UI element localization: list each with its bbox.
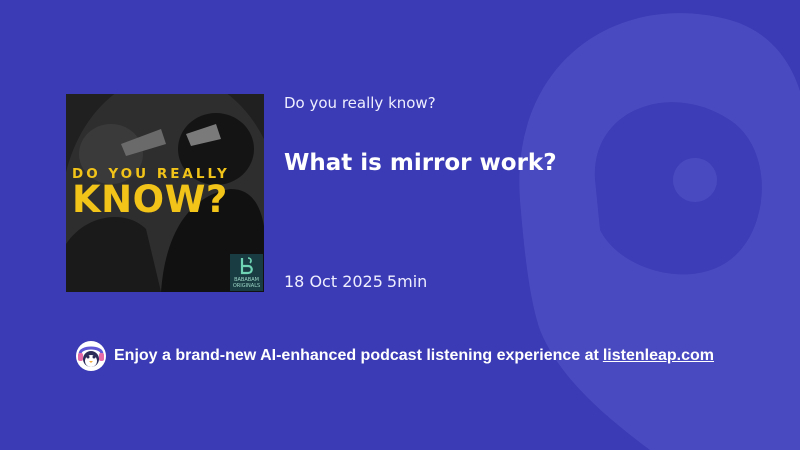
episode-title[interactable]: What is mirror work? <box>284 150 557 176</box>
podcast-cover-art[interactable]: DO YOU REALLY KNOW? BABABAM ORIGINALS <box>66 94 264 292</box>
badge-text-2: ORIGINALS <box>232 283 261 289</box>
episode-duration: 5min <box>386 272 428 291</box>
listenleap-mascot-icon <box>76 341 106 371</box>
listenleap-link[interactable]: listenleap.com <box>603 347 714 365</box>
promo-text: Enjoy a brand-new AI-enhanced podcast li… <box>114 347 599 364</box>
show-name[interactable]: Do you really know? <box>284 94 436 112</box>
promo-banner: Enjoy a brand-new AI-enhanced podcast li… <box>75 340 714 372</box>
bababam-badge: BABABAM ORIGINALS <box>230 254 263 291</box>
listenleap-background-logo-icon <box>519 13 800 450</box>
bababam-logo-icon <box>240 257 253 275</box>
cover-title-line-2: KNOW? <box>72 178 228 221</box>
episode-date: 18 Oct 2025 <box>284 272 383 291</box>
episode-meta: 18 Oct 2025 5min <box>284 272 427 291</box>
